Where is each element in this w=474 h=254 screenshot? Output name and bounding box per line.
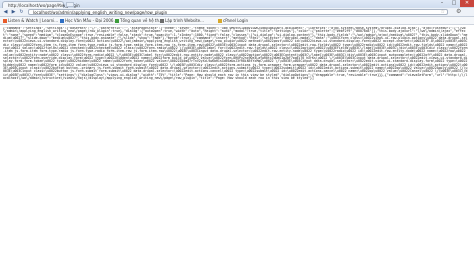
browser-title-bar: http://localhost/wo/page/row_plugin × – …: [0, 0, 474, 8]
bookmarks-bar: Listen & Watch | Learni... Học Văn Mẫu -…: [0, 17, 474, 25]
raw-json-response: {"command":"settings","settings":{"baseP…: [3, 27, 468, 81]
bookmark-label: Lập trình Website...: [165, 18, 204, 23]
back-arrow-icon[interactable]: ◀: [2, 9, 9, 16]
favicon-icon: [60, 19, 64, 23]
minimize-button[interactable]: –: [436, 0, 448, 7]
address-bar[interactable]: localhost/wo/admin/applying_english_writ…: [28, 9, 448, 15]
bookmark-item[interactable]: cPanel Login: [218, 18, 248, 24]
bookmark-label: Tổng quan về hệ th...: [120, 18, 163, 23]
bookmark-label: Listen & Watch | Learni...: [8, 18, 59, 23]
wrench-icon[interactable]: ⚙: [456, 8, 461, 15]
star-icon[interactable]: ☆: [441, 9, 445, 15]
browser-toolbar: ◀ ▶ ↻ localhost/wo/admin/applying_englis…: [0, 8, 474, 17]
reload-icon[interactable]: ↻: [18, 9, 25, 16]
bookmark-item[interactable]: Tổng quan về hệ th...: [115, 18, 163, 24]
close-window-button[interactable]: ✕: [460, 0, 474, 7]
url-text[interactable]: localhost/wo/admin/applying_english_writ…: [33, 10, 167, 15]
new-tab-button[interactable]: [66, 2, 74, 7]
maximize-button[interactable]: □: [448, 0, 460, 7]
forward-arrow-icon[interactable]: ▶: [10, 9, 17, 16]
bookmark-label: cPanel Login: [223, 18, 249, 23]
favicon-icon: [160, 19, 164, 23]
bookmark-item[interactable]: Lập trình Website...: [160, 18, 204, 24]
browser-tab[interactable]: http://localhost/wo/page/row_plugin ×: [2, 1, 80, 8]
favicon-icon: [115, 19, 119, 23]
bookmark-label: Học Văn Mẫu - Đại 2006...: [65, 18, 118, 23]
favicon-icon: [218, 19, 222, 23]
bookmark-item[interactable]: Listen & Watch | Learni...: [3, 18, 58, 24]
page-content: {"command":"settings","settings":{"baseP…: [3, 27, 469, 252]
tab-close-icon[interactable]: ×: [58, 2, 61, 7]
bookmark-item[interactable]: Học Văn Mẫu - Đại 2006...: [60, 18, 117, 24]
favicon-icon: [3, 19, 7, 23]
